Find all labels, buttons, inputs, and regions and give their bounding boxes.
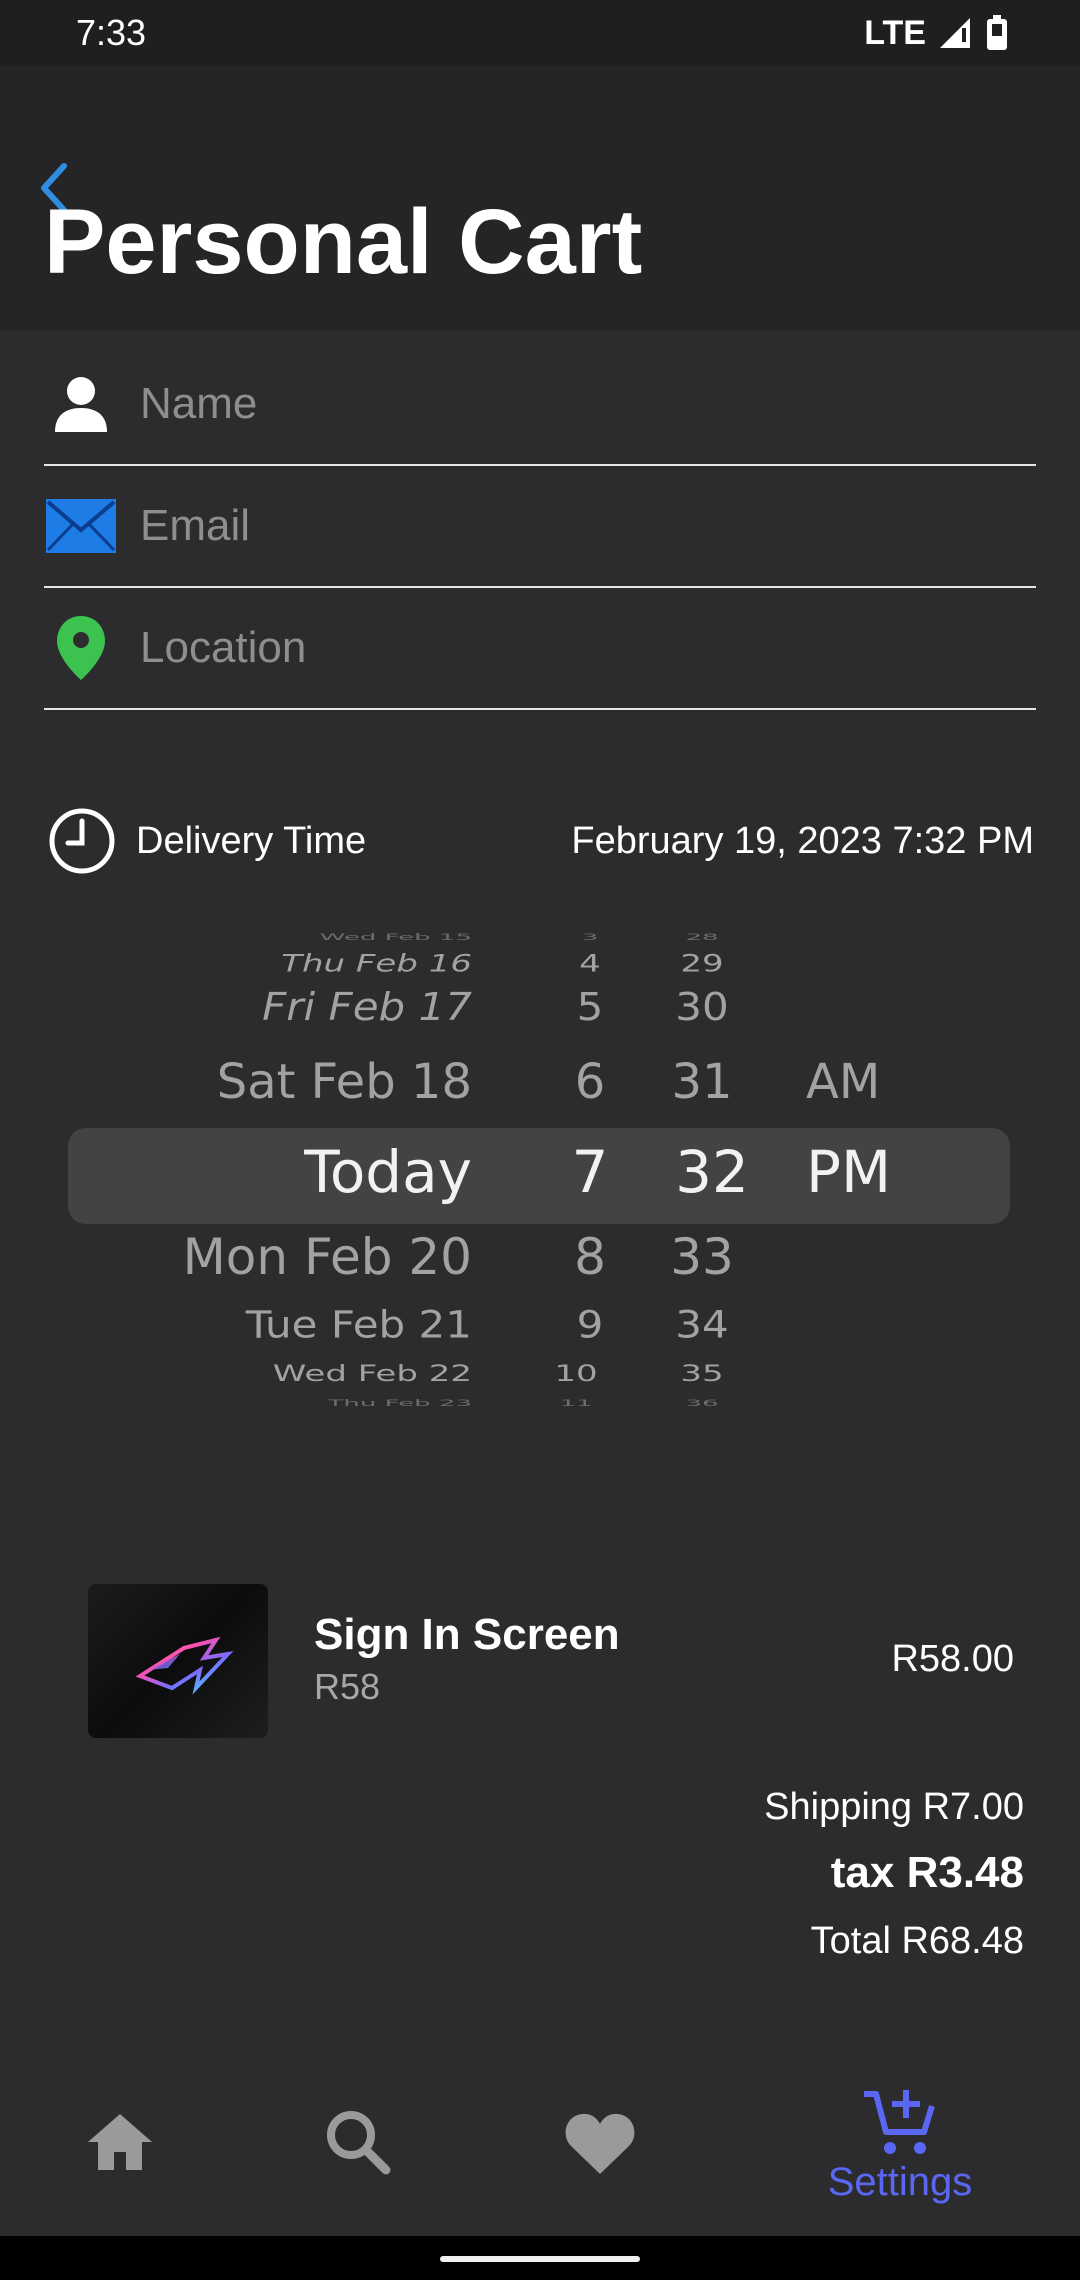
picker-date-item[interactable]: Fri Feb 17	[262, 984, 472, 1029]
nav-search[interactable]	[318, 2056, 398, 2236]
name-field-row	[44, 344, 1036, 466]
picker-minute-item[interactable]: 31	[652, 1054, 752, 1110]
picker-date-item[interactable]: Sat Feb 18	[217, 1054, 472, 1110]
system-navigation-bar	[0, 2236, 1080, 2280]
cart-item[interactable]: Sign In Screen R58 R58.00	[88, 1582, 1014, 1738]
picker-minute-item-selected[interactable]: 32	[662, 1138, 762, 1206]
picker-date-item[interactable]: Thu Feb 23	[328, 1398, 473, 1409]
shipping-cost: Shipping R7.00	[764, 1786, 1024, 1828]
nav-settings-label: Settings	[827, 2160, 973, 2204]
picker-minute-item[interactable]: 35	[652, 1361, 752, 1387]
search-icon	[327, 2111, 391, 2175]
clock-icon	[49, 808, 115, 874]
cart-item-unit-price: R58	[314, 1666, 381, 1707]
network-type: LTE	[864, 13, 926, 52]
location-field-row	[44, 588, 1036, 710]
picker-date-item[interactable]: Wed Feb 15	[320, 932, 472, 943]
picker-date-item-selected[interactable]: Today	[304, 1138, 472, 1206]
picker-date-item[interactable]: Thu Feb 16	[281, 950, 472, 978]
status-bar: 7:33 LTE	[0, 0, 1080, 66]
signal-icon	[940, 18, 970, 48]
picker-date-item[interactable]: Wed Feb 22	[273, 1361, 472, 1387]
cart-add-icon	[864, 2090, 935, 2154]
home-icon	[88, 2114, 152, 2170]
header: Personal Cart	[0, 66, 1080, 330]
location-input[interactable]	[138, 622, 1002, 674]
picker-minute-item[interactable]: 30	[652, 984, 752, 1029]
order-total: Total R68.48	[810, 1920, 1024, 1962]
heart-icon	[565, 2113, 635, 2174]
battery-icon	[987, 15, 1007, 50]
nav-favorites[interactable]	[560, 2056, 640, 2236]
picker-hour-item[interactable]: 5	[540, 984, 640, 1029]
picker-date-item[interactable]: Mon Feb 20	[183, 1228, 472, 1286]
cart-item-price: R58.00	[891, 1638, 1014, 1680]
email-field-row	[44, 466, 1036, 588]
picker-minute-item[interactable]: 28	[652, 932, 752, 943]
location-pin-icon	[44, 611, 118, 685]
picker-hour-item[interactable]: 11	[526, 1398, 626, 1409]
picker-minute-item[interactable]: 33	[652, 1228, 752, 1286]
picker-ampm-item-selected[interactable]: PM	[806, 1138, 891, 1206]
picker-hour-item[interactable]: 8	[540, 1228, 640, 1286]
picker-date-item[interactable]: Tue Feb 21	[246, 1303, 472, 1346]
status-time: 7:33	[76, 12, 147, 53]
picker-hour-item-selected[interactable]: 7	[540, 1138, 640, 1206]
nav-home[interactable]	[80, 2056, 160, 2236]
picker-hour-item[interactable]: 6	[540, 1054, 640, 1110]
delivery-time-value[interactable]: February 19, 2023 7:32 PM	[571, 820, 1034, 863]
bottom-navigation: Settings	[0, 2056, 1080, 2236]
picker-minute-item[interactable]: 29	[652, 950, 752, 978]
home-gesture-handle[interactable]	[440, 2256, 640, 2262]
picker-ampm-item[interactable]: AM	[806, 1054, 880, 1110]
nav-settings[interactable]: Settings	[800, 2056, 1000, 2236]
picker-hour-item[interactable]: 3	[540, 932, 640, 943]
picker-hour-item[interactable]: 10	[526, 1361, 626, 1387]
picker-hour-item[interactable]: 4	[540, 950, 640, 978]
person-icon	[44, 367, 118, 441]
picker-minute-item[interactable]: 36	[652, 1398, 752, 1409]
email-input[interactable]	[138, 500, 1002, 552]
cart-item-title: Sign In Screen	[314, 1610, 620, 1659]
tax-amount: tax R3.48	[830, 1848, 1024, 1897]
picker-hour-item[interactable]: 9	[540, 1303, 640, 1346]
page-title: Personal Cart	[44, 191, 643, 293]
product-thumbnail	[88, 1584, 268, 1738]
status-icons: LTE	[864, 14, 1008, 53]
delivery-time-label: Delivery Time	[136, 819, 367, 862]
date-time-picker[interactable]: Wed Feb 15 Thu Feb 16 Fri Feb 17 Sat Feb…	[0, 928, 1080, 1418]
name-input[interactable]	[138, 378, 1002, 430]
email-icon	[44, 489, 118, 563]
picker-minute-item[interactable]: 34	[652, 1303, 752, 1346]
delivery-time-row: Delivery Time February 19, 2023 7:32 PM	[48, 806, 1034, 876]
